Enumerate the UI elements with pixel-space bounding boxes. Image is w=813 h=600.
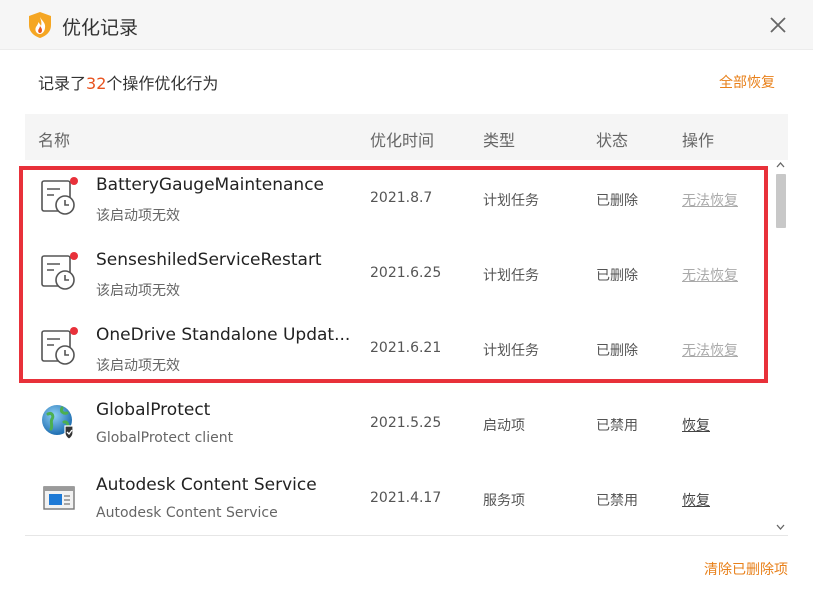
- item-type: 计划任务: [483, 268, 539, 284]
- optimize-date: 2021.8.7: [370, 190, 433, 206]
- item-name: OneDrive Standalone Updat...: [96, 325, 351, 345]
- optimize-date: 2021.6.25: [370, 265, 442, 281]
- item-type: 计划任务: [483, 193, 539, 209]
- item-description: 该启动项无效: [96, 208, 180, 224]
- optimize-date: 2021.5.25: [370, 415, 442, 431]
- record-list: BatteryGaugeMaintenance 该启动项无效 2021.8.7 …: [25, 160, 773, 535]
- divider: [25, 535, 788, 536]
- table-header: 名称 优化时间 类型 状态 操作: [25, 114, 788, 160]
- item-status: 已删除: [596, 193, 638, 209]
- item-description: 该启动项无效: [96, 358, 180, 374]
- item-type: 启动项: [483, 418, 525, 434]
- service-window-icon: [43, 486, 75, 510]
- cannot-restore-link: 无法恢复: [682, 343, 738, 359]
- cannot-restore-link: 无法恢复: [682, 268, 738, 284]
- item-type: 计划任务: [483, 343, 539, 359]
- column-header-status: 状态: [596, 131, 629, 150]
- item-name: GlobalProtect: [96, 400, 211, 420]
- summary-suffix: 个操作优化行为: [106, 74, 219, 93]
- column-header-type: 类型: [483, 131, 516, 150]
- item-status: 已删除: [596, 343, 638, 359]
- scroll-down-arrow-icon[interactable]: [776, 524, 785, 531]
- item-status: 已禁用: [596, 418, 638, 434]
- item-status: 已删除: [596, 268, 638, 284]
- summary-prefix: 记录了: [38, 74, 87, 93]
- column-header-time: 优化时间: [370, 131, 435, 150]
- item-status: 已禁用: [596, 493, 638, 509]
- scroll-up-arrow-icon[interactable]: [776, 161, 785, 168]
- table-row: Autodesk Content Service Autodesk Conten…: [25, 460, 773, 535]
- table-row: OneDrive Standalone Updat... 该启动项无效 2021…: [25, 310, 773, 385]
- item-description: Autodesk Content Service: [96, 505, 278, 521]
- scheduled-task-icon: [41, 177, 78, 215]
- column-header-name: 名称: [38, 131, 71, 150]
- close-icon[interactable]: [766, 13, 790, 37]
- item-name: Autodesk Content Service: [96, 475, 317, 495]
- list-scrollbar[interactable]: [773, 160, 788, 535]
- column-header-action: 操作: [682, 131, 715, 150]
- item-name: SenseshiledServiceRestart: [96, 250, 322, 270]
- restore-all-button[interactable]: 全部恢复: [719, 72, 775, 92]
- restore-link[interactable]: 恢复: [682, 415, 710, 435]
- item-name: BatteryGaugeMaintenance: [96, 175, 325, 195]
- clear-deleted-button[interactable]: 清除已删除项: [704, 559, 788, 579]
- title-bar: 优化记录: [0, 0, 813, 50]
- scheduled-task-icon: [41, 252, 78, 290]
- table-row: BatteryGaugeMaintenance 该启动项无效 2021.8.7 …: [25, 160, 773, 235]
- cannot-restore-link: 无法恢复: [682, 193, 738, 209]
- window-title: 优化记录: [62, 17, 139, 39]
- optimize-date: 2021.4.17: [370, 490, 442, 506]
- record-count: 32: [86, 74, 107, 93]
- table-row: GlobalProtect GlobalProtect client 2021.…: [25, 385, 773, 460]
- table-row: SenseshiledServiceRestart 该启动项无效 2021.6.…: [25, 235, 773, 310]
- item-description: 该启动项无效: [96, 283, 180, 299]
- summary-text: 记录了32个操作优化行为: [38, 70, 218, 94]
- scheduled-task-icon: [41, 327, 78, 365]
- restore-link[interactable]: 恢复: [682, 490, 710, 510]
- item-description: GlobalProtect client: [96, 430, 234, 446]
- globe-shield-icon: [42, 405, 74, 440]
- item-type: 服务项: [483, 493, 525, 509]
- optimize-date: 2021.6.21: [370, 340, 442, 356]
- scrollbar-thumb[interactable]: [776, 174, 786, 228]
- flame-shield-logo-icon: [29, 12, 51, 38]
